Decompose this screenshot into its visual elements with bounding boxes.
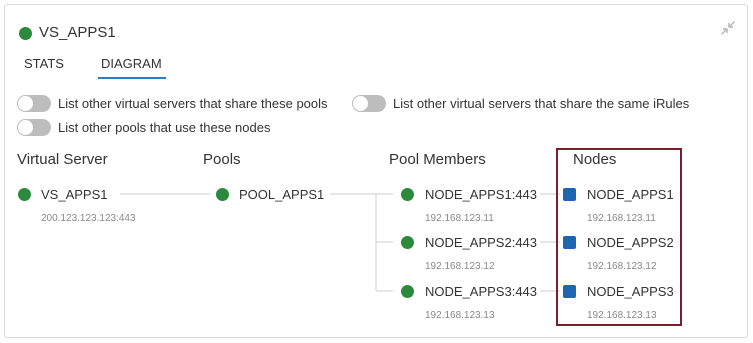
virtual-server-address: 200.123.123.123:443 [41,213,136,224]
toggle-row-shared-nodes: List other pools that use these nodes [17,119,270,136]
shared-nodes-toggle[interactable] [17,119,51,136]
shared-irules-toggle[interactable] [352,95,386,112]
tab-diagram[interactable]: DIAGRAM [98,55,166,79]
toggle-row-shared-pools: List other virtual servers that share th… [17,95,328,112]
column-header-virtual-server: Virtual Server [17,151,108,168]
pool-member-status-icon [401,236,414,249]
tab-stats[interactable]: STATS [24,55,64,79]
pool-name[interactable]: POOL_APPS1 [239,187,324,202]
status-available-icon [19,26,32,40]
pool-member-address: 192.168.123.11 [425,213,494,224]
shared-pools-toggle[interactable] [17,95,51,112]
shared-pools-toggle-label: List other virtual servers that share th… [58,96,328,111]
pool-member-name[interactable]: NODE_APPS2:443 [425,235,537,250]
pool-member-address: 192.168.123.13 [425,310,495,321]
shared-irules-toggle-label: List other virtual servers that share th… [393,96,690,111]
panel-header: VS_APPS1 [19,25,116,41]
column-header-pool-members: Pool Members [389,151,486,168]
collapse-icon[interactable] [721,21,735,35]
shared-nodes-toggle-label: List other pools that use these nodes [58,120,271,135]
virtual-server-name[interactable]: VS_APPS1 [41,187,108,202]
column-header-pools: Pools [203,151,241,168]
panel-title: VS_APPS1 [39,24,116,41]
pool-member-status-icon [401,188,414,201]
pool-member-status-icon [401,285,414,298]
nodes-highlight-box [556,148,682,326]
pool-member-name[interactable]: NODE_APPS1:443 [425,187,537,202]
pool-member-address: 192.168.123.12 [425,261,495,272]
pool-member-name[interactable]: NODE_APPS3:443 [425,284,537,299]
pool-status-icon [216,188,229,201]
virtual-server-status-icon [18,188,31,201]
toggle-row-shared-irules: List other virtual servers that share th… [352,95,689,112]
